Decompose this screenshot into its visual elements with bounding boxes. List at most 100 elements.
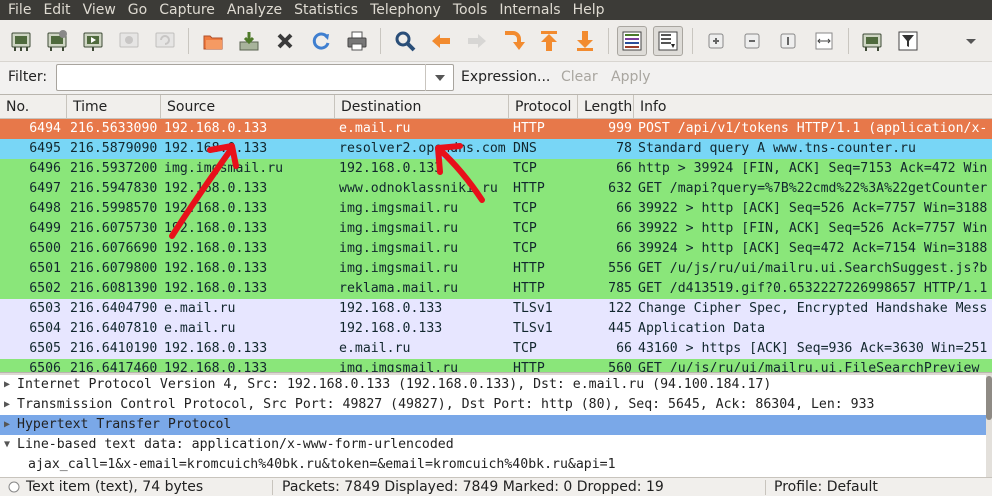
column-header-destination[interactable]: Destination xyxy=(335,95,509,119)
autoscroll-icon[interactable] xyxy=(653,26,683,56)
packet-row[interactable]: 6496 216.5937200 img.imgsmail.ru 192.168.0.… xyxy=(0,159,992,179)
capture-filters-icon[interactable] xyxy=(857,26,887,56)
save-file-icon[interactable] xyxy=(234,26,264,56)
status-bar: Text item (text), 74 bytes Packets: 7849… xyxy=(0,477,992,496)
colorize-icon[interactable] xyxy=(617,26,647,56)
packet-cell-no: 6504 xyxy=(29,321,61,336)
packet-row[interactable]: 6495 216.5879090 192.168.0.133 resolver2.op… xyxy=(0,139,992,159)
resize-columns-icon[interactable] xyxy=(809,26,839,56)
packet-cell-src: img.imgsmail.ru xyxy=(164,161,284,176)
menu-file[interactable]: File xyxy=(2,0,37,20)
overflow-icon[interactable] xyxy=(956,26,986,56)
close-file-icon[interactable] xyxy=(270,26,300,56)
start-capture-icon[interactable] xyxy=(78,26,108,56)
packet-cell-proto: TLSv1 xyxy=(513,321,553,336)
zoom-out-icon[interactable] xyxy=(737,26,767,56)
column-header-no[interactable]: No. xyxy=(0,95,67,119)
normal-size-icon[interactable] xyxy=(773,26,803,56)
packet-cell-info: GET /u/js/ru/ui/mailru.ui.SearchSuggest.… xyxy=(638,261,988,276)
expanded-arrow-icon[interactable]: ▼ xyxy=(4,435,10,455)
packet-cell-no: 6503 xyxy=(29,301,61,316)
packet-row[interactable]: 6502 216.6081390 192.168.0.133 reklama.mail… xyxy=(0,279,992,299)
menu-analyze[interactable]: Analyze xyxy=(221,0,288,20)
packet-cell-dst: img.imgsmail.ru xyxy=(339,361,459,372)
packet-row[interactable]: 6494 216.5633090 192.168.0.133 e.mail.ru HTT… xyxy=(0,119,992,139)
detail-tree-item[interactable]: ajax_call=1&x-email=kromcuich%40bk.ru&to… xyxy=(0,455,986,475)
column-header-time[interactable]: Time xyxy=(67,95,161,119)
packet-row[interactable]: 6499 216.6075730 192.168.0.133 img.imgsmail… xyxy=(0,219,992,239)
packet-row[interactable]: 6504 216.6407810 e.mail.ru 192.168.0.133 TLS… xyxy=(0,319,992,339)
menu-tools[interactable]: Tools xyxy=(447,0,494,20)
go-back-icon[interactable] xyxy=(426,26,456,56)
filter-dropdown-button[interactable] xyxy=(425,64,454,91)
restart-capture-icon[interactable] xyxy=(150,26,180,56)
packet-row[interactable]: 6500 216.6076690 192.168.0.133 img.imgsmail… xyxy=(0,239,992,259)
reload-icon[interactable] xyxy=(306,26,336,56)
go-forward-icon[interactable] xyxy=(462,26,492,56)
detail-tree-item[interactable]: ▼ Line-based text data: application/x-www… xyxy=(0,435,986,455)
packet-cell-dst: 192.168.0.133 xyxy=(339,321,443,336)
packet-cell-proto: TCP xyxy=(513,341,537,356)
packet-cell-dst: img.imgsmail.ru xyxy=(339,201,459,216)
packet-cell-dst: resolver2.opendns.com xyxy=(339,141,506,156)
packet-cell-src: 192.168.0.133 xyxy=(164,361,268,372)
options-icon[interactable] xyxy=(42,26,72,56)
detail-tree-item[interactable]: ▶ Internet Protocol Version 4, Src: 192.1… xyxy=(0,375,986,395)
menu-go[interactable]: Go xyxy=(122,0,153,20)
packet-cell-info: 39922 > http [ACK] Seq=526 Ack=7757 Win=… xyxy=(638,201,988,216)
expression-button[interactable]: Expression... xyxy=(461,69,550,85)
packet-cell-dst: reklama.mail.ru xyxy=(339,281,459,296)
packet-cell-info: 39922 > http [FIN, ACK] Seq=526 Ack=7757… xyxy=(638,221,988,236)
print-icon[interactable] xyxy=(342,26,372,56)
packet-cell-proto: DNS xyxy=(513,141,537,156)
packet-cell-proto: TCP xyxy=(513,221,537,236)
column-header-info[interactable]: Info xyxy=(634,95,992,119)
collapsed-arrow-icon[interactable]: ▶ xyxy=(4,415,10,435)
packet-cell-time: 216.6079800 xyxy=(70,261,158,276)
go-last-icon[interactable] xyxy=(570,26,600,56)
open-file-icon[interactable] xyxy=(198,26,228,56)
go-to-packet-icon[interactable] xyxy=(498,26,528,56)
menu-internals[interactable]: Internals xyxy=(493,0,566,20)
packet-cell-len: 999 xyxy=(608,121,632,136)
filter-input[interactable] xyxy=(56,64,454,91)
menu-edit[interactable]: Edit xyxy=(37,0,76,20)
detail-tree-item[interactable]: ▶ Hypertext Transfer Protocol xyxy=(0,415,986,435)
menu-statistics[interactable]: Statistics xyxy=(288,0,364,20)
packet-cell-dst: img.imgsmail.ru xyxy=(339,221,459,236)
apply-button[interactable]: Apply xyxy=(611,69,651,85)
packet-cell-len: 560 xyxy=(608,361,632,372)
go-first-icon[interactable] xyxy=(534,26,564,56)
column-header-source[interactable]: Source xyxy=(161,95,335,119)
packet-row[interactable]: 6497 216.5947830 192.168.0.133 www.odnoklas… xyxy=(0,179,992,199)
collapsed-arrow-icon[interactable]: ▶ xyxy=(4,395,10,415)
menu-view[interactable]: View xyxy=(77,0,122,20)
zoom-in-icon[interactable] xyxy=(701,26,731,56)
packet-details: ▶ Internet Protocol Version 4, Src: 192.1… xyxy=(0,375,992,477)
packet-cell-len: 66 xyxy=(616,201,632,216)
find-icon[interactable] xyxy=(390,26,420,56)
packet-row[interactable]: 6503 216.6404790 e.mail.ru 192.168.0.133 TLS… xyxy=(0,299,992,319)
packet-cell-src: 192.168.0.133 xyxy=(164,341,268,356)
clear-button[interactable]: Clear xyxy=(561,69,598,85)
column-header-protocol[interactable]: Protocol xyxy=(509,95,578,119)
detail-tree-label: Internet Protocol Version 4, Src: 192.16… xyxy=(17,377,772,392)
packet-row[interactable]: 6506 216.6417460 192.168.0.133 img.imgsmail… xyxy=(0,359,992,372)
menu-help[interactable]: Help xyxy=(567,0,611,20)
packet-row[interactable]: 6498 216.5998570 192.168.0.133 img.imgsmail… xyxy=(0,199,992,219)
collapsed-arrow-icon[interactable]: ▶ xyxy=(4,375,10,395)
details-scrollbar-thumb[interactable] xyxy=(986,376,992,420)
packet-row[interactable]: 6505 216.6410190 192.168.0.133 e.mail.ru TCP… xyxy=(0,339,992,359)
menu-capture[interactable]: Capture xyxy=(153,0,221,20)
packet-cell-info: Standard query A www.tns-counter.ru xyxy=(638,141,916,156)
detail-tree-item[interactable]: ▶ Transmission Control Protocol, Src Port… xyxy=(0,395,986,415)
stop-capture-icon[interactable] xyxy=(114,26,144,56)
status-profile[interactable]: Profile: Default xyxy=(774,478,878,496)
menu-telephony[interactable]: Telephony xyxy=(364,0,447,20)
packet-cell-time: 216.5998570 xyxy=(70,201,158,216)
column-header-length[interactable]: Length xyxy=(578,95,634,119)
expert-info-icon[interactable] xyxy=(8,478,20,496)
display-filters-icon[interactable] xyxy=(893,26,923,56)
packet-row[interactable]: 6501 216.6079800 192.168.0.133 img.imgsmail… xyxy=(0,259,992,279)
interfaces-icon[interactable] xyxy=(6,26,36,56)
